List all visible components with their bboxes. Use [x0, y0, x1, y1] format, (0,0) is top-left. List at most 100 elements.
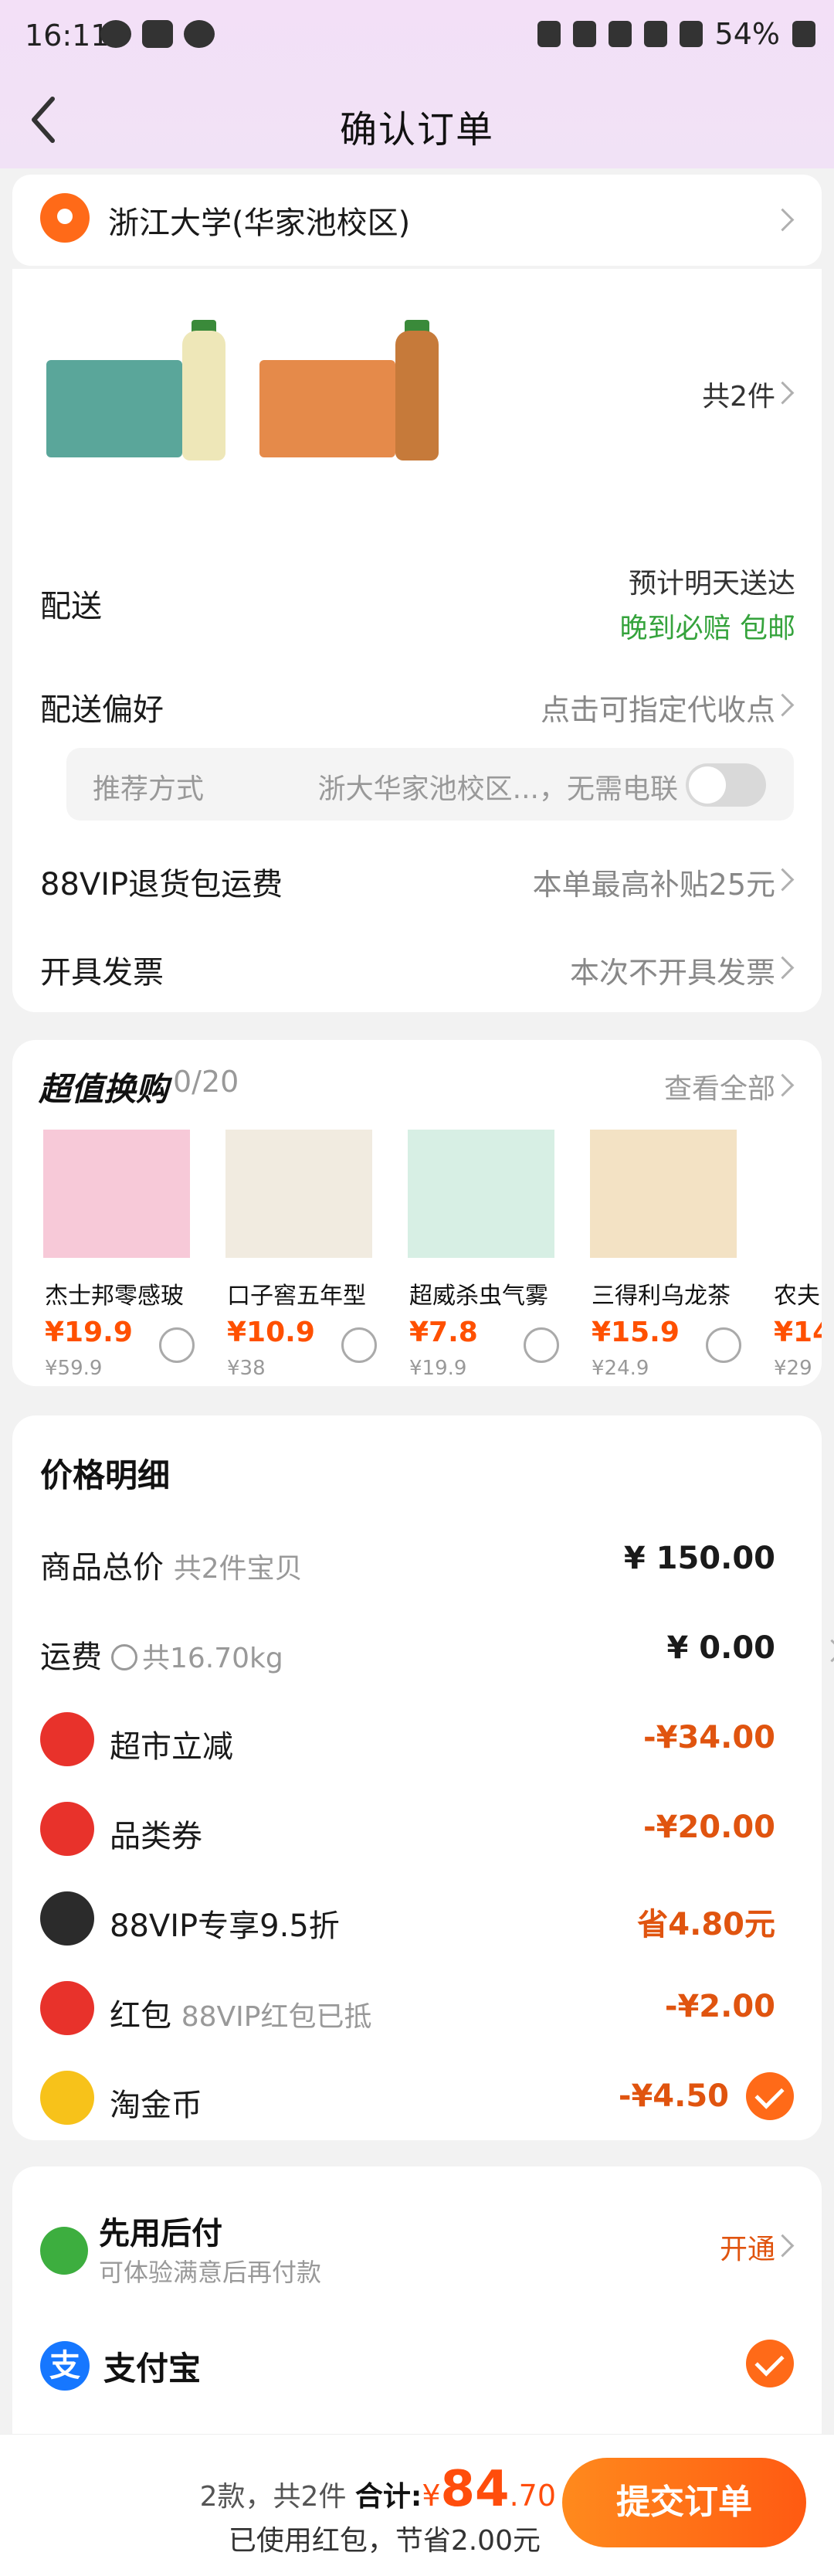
total-amount: 84 — [440, 2461, 510, 2518]
swap-card: 超值换购 0/20 查看全部 杰士邦零感玻 ¥19.9 ¥59.9 口子窖五年型… — [12, 1040, 822, 1386]
swap-item-price: ¥14 — [774, 1317, 822, 1348]
coupon-icon — [40, 1802, 94, 1856]
supermarket-discount-value: -¥34.00 — [643, 1720, 775, 1755]
vip-return-value[interactable]: 本单最高补贴25元 — [533, 861, 775, 903]
delivery-eta: 预计明天送达 — [628, 568, 795, 600]
swap-item[interactable]: 超威杀虫气雾 ¥7.8 ¥19.9 — [394, 1125, 571, 1380]
address-text: 浙江大学(华家池校区) — [108, 206, 411, 241]
battery-level: 54% — [714, 17, 780, 51]
swap-item-radio[interactable] — [159, 1327, 195, 1363]
invoice-value[interactable]: 本次不开具发票 — [570, 949, 775, 991]
category-coupon-label: 品类券 — [110, 1819, 202, 1854]
wechat-icon — [100, 20, 131, 48]
wifi-icon — [643, 21, 667, 47]
payment-card: 先用后付 可体验满意后再付款 开通 支 支付宝 — [12, 2166, 822, 2460]
product-bottle — [182, 331, 225, 460]
view-all-link[interactable]: 查看全部 — [664, 1066, 775, 1106]
status-right: 54% — [537, 17, 815, 51]
page-title: 确认订单 — [339, 108, 494, 151]
taojinbi-label: 淘金币 — [110, 2088, 202, 2123]
recommend-label: 推荐方式 — [93, 773, 205, 805]
price-row-label: 运费 共16.70kg — [40, 1632, 283, 1677]
alipay-icon: 支 — [40, 2341, 90, 2391]
saved-note: 已使用红包，节省2.00元 — [228, 2525, 541, 2557]
nfc-icon — [537, 21, 561, 47]
swap-item[interactable]: 杰士邦零感玻 ¥19.9 ¥59.9 — [29, 1125, 207, 1380]
swap-item[interactable]: 三得利乌龙茶 ¥15.9 ¥24.9 — [576, 1125, 754, 1380]
red-packet-icon — [40, 1981, 94, 2035]
alarm-icon — [572, 21, 596, 47]
product-image[interactable] — [39, 292, 232, 485]
wechat-icon — [184, 20, 215, 48]
order-card: 共2件 配送 预计明天送达 晚到必赔 包邮 配送偏好 点击可指定代收点 推荐方式… — [12, 269, 822, 1012]
toggle-knob — [689, 766, 726, 804]
price-row-shipping[interactable]: 运费 共16.70kg ¥ 0.00 — [12, 1619, 834, 1681]
swap-item-price: ¥19.9 — [45, 1317, 133, 1348]
delivery-label: 配送 — [40, 589, 102, 624]
swap-item-original-price: ¥24.9 — [592, 1357, 649, 1380]
address-card[interactable]: 浙江大学(华家池校区) — [12, 175, 822, 266]
submit-order-button[interactable]: 提交订单 — [562, 2458, 806, 2547]
swap-item-image — [590, 1130, 737, 1258]
alipay-check-icon[interactable] — [746, 2340, 794, 2387]
discount-icon — [40, 1712, 94, 1766]
price-row-label: 红包 88VIP红包已抵 — [110, 1990, 371, 2035]
category-coupon-value: -¥20.00 — [643, 1810, 775, 1845]
vip-discount-label: 88VIP专享9.5折 — [110, 1908, 340, 1944]
swap-item-name: 杰士邦零感玻 — [45, 1283, 184, 1310]
swap-item-radio[interactable] — [706, 1327, 741, 1363]
chevron-right-icon — [771, 208, 795, 232]
swap-item-image — [43, 1130, 190, 1258]
product-bottle — [395, 331, 439, 460]
swap-item-name: 农夫 — [774, 1283, 820, 1310]
price-row-supermarket-discount[interactable]: 超市立减 -¥34.00 — [12, 1709, 822, 1771]
swap-item[interactable]: 农夫 ¥14 ¥29 — [758, 1125, 822, 1380]
gallery-icon — [142, 20, 173, 48]
swap-count: 0/20 — [173, 1065, 239, 1099]
price-detail-title: 价格明细 — [40, 1456, 171, 1494]
price-row-vip-discount[interactable]: 88VIP专享9.5折 省4.80元 — [12, 1888, 822, 1950]
pay-later-open-button[interactable]: 开通 — [720, 2227, 775, 2267]
total-label: 合计: — [354, 2481, 422, 2513]
swap-item-price: ¥10.9 — [227, 1317, 315, 1348]
delivery-preference-value[interactable]: 点击可指定代收点 — [541, 686, 775, 729]
price-detail-card: 价格明细 商品总价 共2件宝贝 ¥ 150.00 运费 共16.70kg ¥ 0.… — [12, 1415, 834, 2140]
price-row-goods: 商品总价 共2件宝贝 ¥ 150.00 — [12, 1530, 822, 1592]
gold-coin-icon — [40, 2071, 94, 2125]
swap-item-original-price: ¥38 — [227, 1357, 266, 1380]
red-packet-note: 88VIP红包已抵 — [181, 2001, 372, 2033]
shipping-value: ¥ 0.00 — [666, 1630, 775, 1666]
vip88-icon — [40, 1891, 94, 1946]
taojinbi-value: -¥4.50 — [618, 2078, 729, 2114]
nav-bar: 确认订单 — [0, 74, 834, 167]
swap-item-price: ¥7.8 — [409, 1317, 478, 1348]
price-row-red-packet[interactable]: 红包 88VIP红包已抵 -¥2.00 — [12, 1978, 822, 2040]
recommend-toggle[interactable] — [686, 763, 766, 807]
swap-item-price: ¥15.9 — [592, 1317, 680, 1348]
pay-later-icon — [40, 2227, 88, 2275]
swap-item-image — [225, 1130, 372, 1258]
swap-item-name: 超威杀虫气雾 — [409, 1283, 548, 1310]
swap-item-radio[interactable] — [524, 1327, 559, 1363]
goods-total-value: ¥ 150.00 — [623, 1541, 775, 1576]
total-items[interactable]: 共2件 — [702, 374, 775, 414]
pay-later-subtitle: 可体验满意后再付款 — [99, 2258, 322, 2287]
recommend-method-panel: 推荐方式 浙大华家池校区...，无需电联 — [66, 748, 794, 821]
product-image[interactable] — [252, 292, 445, 485]
order-summary: 2款，共2件 合计:¥84.70 — [200, 2461, 556, 2518]
vip-discount-value: 省4.80元 — [637, 1907, 775, 1942]
taojinbi-check-icon[interactable] — [746, 2072, 794, 2120]
signal-icon — [679, 21, 703, 47]
supermarket-discount-label: 超市立减 — [110, 1729, 233, 1765]
shipping-weight-note: 共16.70kg — [142, 1643, 283, 1674]
status-bar: 16:11 54% — [0, 0, 834, 74]
product-box — [46, 360, 182, 457]
help-icon[interactable] — [111, 1644, 137, 1670]
swap-item-original-price: ¥29 — [774, 1357, 812, 1380]
location-pin-icon — [40, 193, 90, 243]
delivery-preference-label: 配送偏好 — [40, 692, 164, 728]
swap-item[interactable]: 口子窖五年型 ¥10.9 ¥38 — [212, 1125, 389, 1380]
currency-symbol: ¥ — [422, 2479, 441, 2513]
swap-item-radio[interactable] — [341, 1327, 377, 1363]
alipay-label[interactable]: 支付宝 — [103, 2343, 201, 2390]
